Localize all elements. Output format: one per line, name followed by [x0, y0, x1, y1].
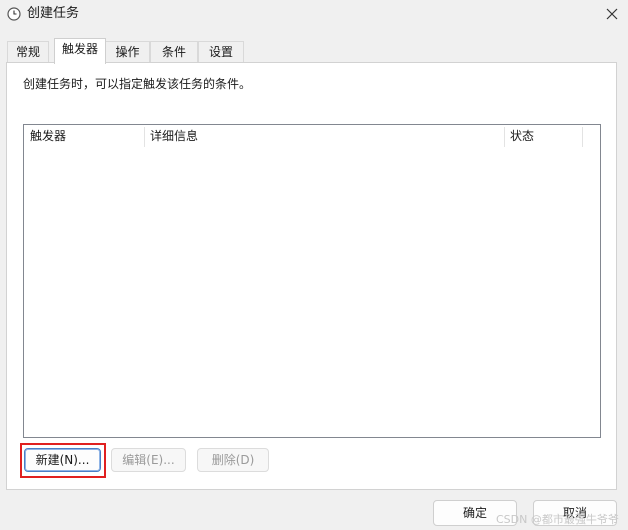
column-header-details[interactable]: 详细信息	[144, 125, 504, 147]
column-divider[interactable]	[582, 127, 583, 147]
close-icon	[606, 8, 618, 20]
tab-conditions[interactable]: 条件	[150, 41, 198, 62]
column-header-trigger[interactable]: 触发器	[24, 125, 144, 147]
column-header-status[interactable]: 状态	[504, 125, 582, 147]
clock-icon	[7, 7, 21, 21]
tab-general[interactable]: 常规	[7, 41, 49, 62]
tab-triggers[interactable]: 触发器	[54, 38, 106, 64]
trigger-description: 创建任务时，可以指定触发该任务的条件。	[23, 77, 252, 91]
edit-button[interactable]: 编辑(E)...	[111, 448, 186, 472]
title-bar: 创建任务	[0, 0, 628, 30]
close-button[interactable]	[598, 1, 626, 27]
tab-settings[interactable]: 设置	[198, 41, 244, 62]
window-title: 创建任务	[27, 6, 80, 21]
tab-actions[interactable]: 操作	[105, 41, 150, 62]
new-button[interactable]: 新建(N)...	[24, 448, 101, 472]
delete-button[interactable]: 删除(D)	[197, 448, 269, 472]
watermark: CSDN @都市最强牛爷爷	[496, 513, 619, 526]
trigger-list[interactable]: 触发器 详细信息 状态	[23, 124, 601, 438]
